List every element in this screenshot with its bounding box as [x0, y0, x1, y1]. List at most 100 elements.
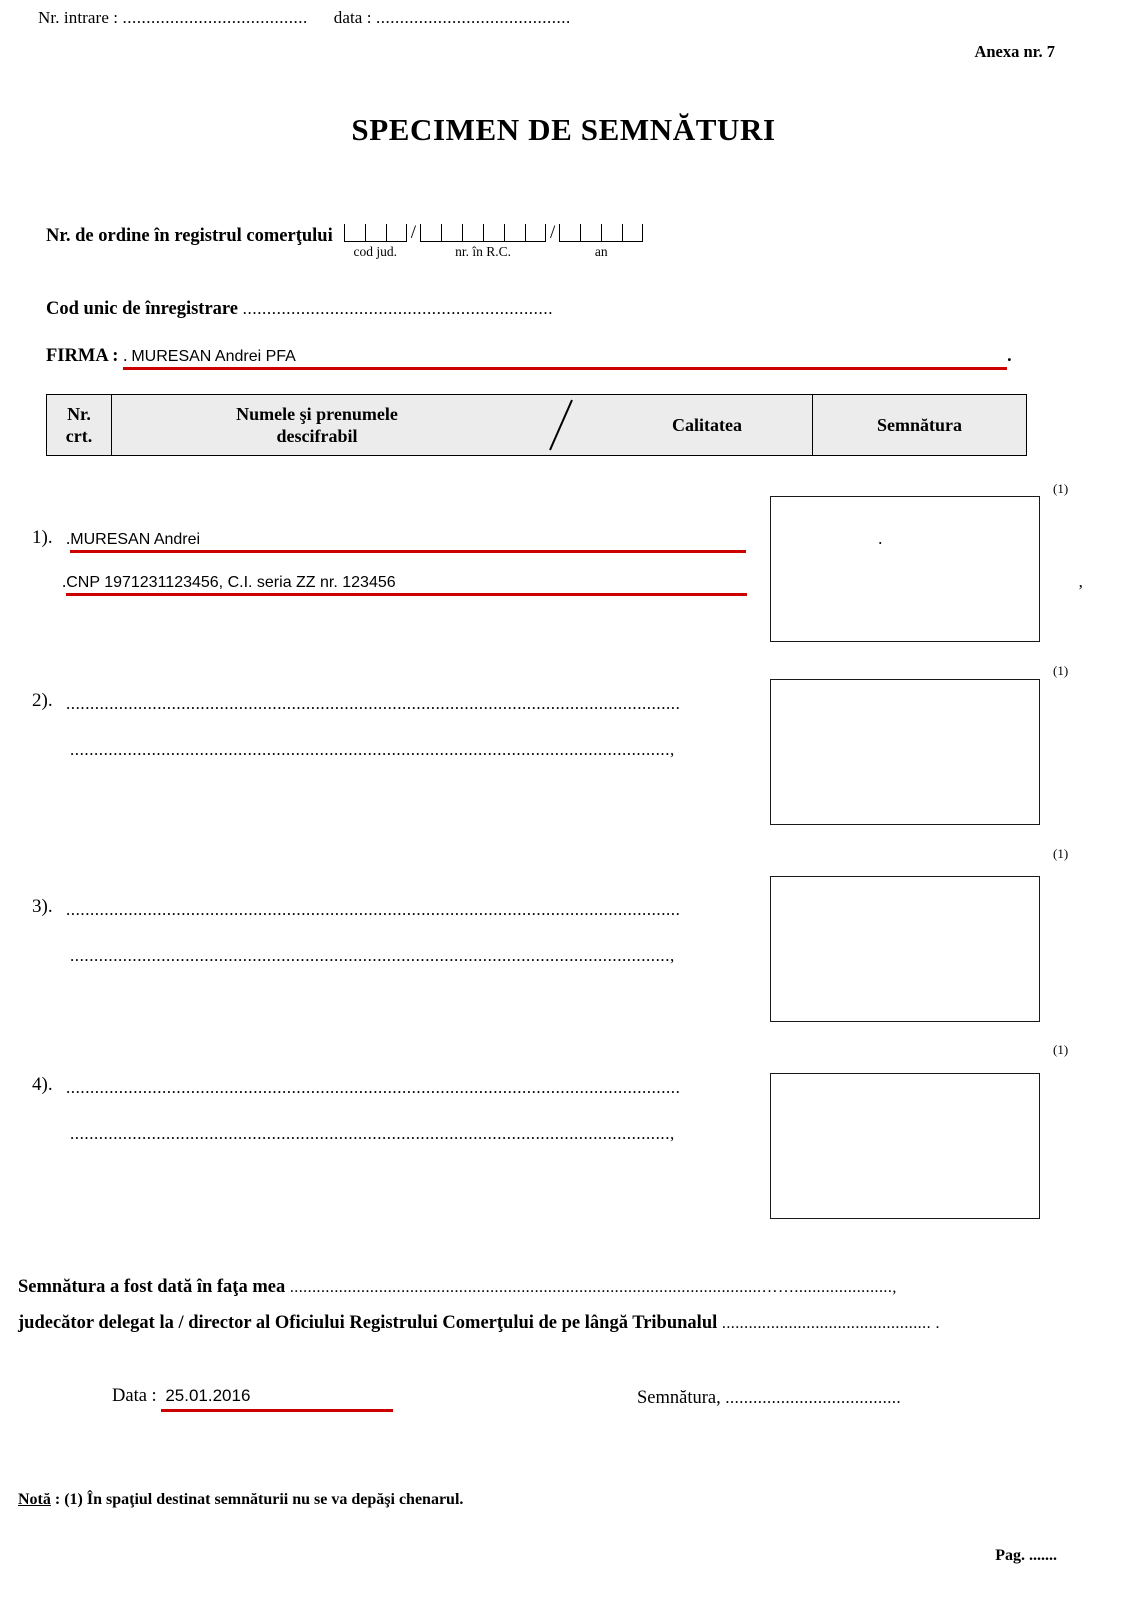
firma-value: MURESAN Andrei PFA — [131, 348, 296, 365]
entry-header: Nr. intrare : ..........................… — [38, 8, 571, 28]
registry-cell[interactable] — [525, 224, 547, 242]
date-row: Data : 25.01.2016 — [112, 1386, 394, 1412]
row-2-line1-dots[interactable]: ........................................… — [66, 694, 748, 714]
row-2-line2-dots[interactable]: ........................................… — [70, 740, 752, 760]
registry-group-nr-rc: nr. în R.C. — [420, 224, 547, 260]
row-1-name-value: MURESAN Andrei — [70, 531, 201, 548]
row-note-3: (1) — [1053, 846, 1069, 861]
row-index-1: 1). — [32, 527, 53, 548]
registry-cell[interactable] — [601, 224, 623, 242]
registry-number-label: Nr. de ordine în registrul comerţului — [46, 226, 333, 246]
document-page: Nr. intrare : ..........................… — [0, 0, 1127, 1600]
entry-date-dots: ........................................… — [375, 8, 571, 27]
registry-group-label: an — [594, 244, 608, 259]
date-value: 25.01.2016 — [165, 1386, 251, 1405]
registry-cell[interactable] — [580, 224, 602, 242]
registry-cell[interactable] — [504, 224, 526, 242]
diagonal-slash-icon — [549, 399, 573, 451]
signature-box-1[interactable] — [770, 496, 1040, 642]
registry-cell[interactable] — [343, 224, 365, 242]
row-index-4: 4). — [32, 1074, 53, 1095]
registry-cell[interactable] — [462, 224, 484, 242]
table-col-nr-line2: crt. — [65, 426, 93, 446]
table-col-name: Numele şi prenumele descifrabil — [112, 395, 522, 455]
firma-row: FIRMA : . MURESAN Andrei PFA. — [46, 345, 1012, 370]
entry-no-label: Nr. intrare : — [38, 8, 123, 27]
row-1-cnp-tail: , — [1078, 572, 1083, 591]
registry-group-an: an — [559, 224, 644, 260]
table-col-calitatea: Calitatea — [672, 414, 742, 435]
registry-group-label: nr. în R.C. — [455, 244, 511, 259]
registry-group-an-cells — [559, 224, 644, 242]
registry-group-label: cod jud. — [353, 244, 397, 259]
table-col-nr: Nr. crt. — [47, 395, 112, 455]
signature-box-2[interactable] — [770, 679, 1040, 825]
row-1-cnp-underline — [66, 593, 748, 596]
page-number: Pag. ....... — [995, 1547, 1057, 1564]
row-note-4: (1) — [1053, 1042, 1069, 1057]
signature-footer-label: Semnătura, — [637, 1388, 726, 1408]
table-col-semnatura: Semnătura — [812, 395, 1026, 455]
registry-group-cod-jud-cells — [343, 224, 407, 242]
statement-judge-dots[interactable]: ........................................… — [722, 1315, 940, 1332]
statement-judge: judecător delegat la / director al Ofici… — [18, 1313, 940, 1334]
registry-number-row: Nr. de ordine în registrul comerţului co… — [46, 222, 644, 260]
row-1-name-wrap: MURESAN Andrei — [70, 531, 747, 553]
signature-footer-row: Semnătura, .............................… — [637, 1388, 901, 1409]
row-1-name-line[interactable]: .MURESAN Andrei. — [66, 529, 882, 553]
table-col-name-line1: Numele şi prenumele — [236, 403, 398, 424]
registry-cell[interactable] — [622, 224, 644, 242]
cui-dots: ........................................… — [242, 299, 554, 318]
registry-cell[interactable] — [364, 224, 386, 242]
row-1-cnp-value: CNP 1971231123456, C.I. seria ZZ nr. 123… — [66, 574, 396, 591]
registry-cell[interactable] — [483, 224, 505, 242]
row-note-2: (1) — [1053, 663, 1069, 678]
row-1-name-tail: . — [878, 529, 883, 548]
statement-witness-label: Semnătura a fost dată în faţa mea — [18, 1277, 290, 1297]
footnote-text: : (1) În spaţiul destinat semnăturii nu … — [50, 1491, 464, 1508]
table-col-name-line2: descifrabil — [276, 426, 358, 446]
row-4-line1-dots[interactable]: ........................................… — [66, 1078, 748, 1098]
table-col-divider-slash — [522, 395, 602, 455]
registry-cell[interactable] — [441, 224, 463, 242]
row-3-line2-dots[interactable]: ........................................… — [70, 946, 752, 966]
registry-separator: / — [550, 222, 556, 243]
row-3-line1-dots[interactable]: ........................................… — [66, 900, 748, 920]
signature-box-3[interactable] — [770, 876, 1040, 1022]
signature-footer-dots[interactable]: ...................................... — [725, 1388, 901, 1407]
row-4-line2-dots[interactable]: ........................................… — [70, 1124, 752, 1144]
row-1-cnp-line[interactable]: .CNP 1971231123456, C.I. seria ZZ nr. 12… — [62, 572, 1083, 596]
row-note-1: (1) — [1053, 481, 1069, 496]
row-index-3: 3). — [32, 896, 53, 917]
row-index-2: 2). — [32, 690, 53, 711]
registry-group-cod-jud: cod jud. — [343, 224, 407, 260]
statement-witness: Semnătura a fost dată în faţa mea ......… — [18, 1277, 897, 1298]
row-1-name-underline — [70, 550, 747, 553]
footnote: Notă : (1) În spaţiul destinat semnături… — [18, 1491, 463, 1509]
registry-cell[interactable] — [559, 224, 581, 242]
page-title: SPECIMEN DE SEMNĂTURI — [351, 112, 776, 147]
registry-cell[interactable] — [385, 224, 407, 242]
firma-label: FIRMA : — [46, 346, 124, 366]
firma-value-wrap[interactable]: . MURESAN Andrei PFA — [123, 346, 1008, 370]
firma-tail: . — [1007, 345, 1012, 365]
table-header: Nr. crt. Numele şi prenumele descifrabil… — [46, 394, 1027, 456]
date-underline — [161, 1409, 394, 1412]
firma-underline — [123, 367, 1008, 370]
row-1-cnp-wrap: CNP 1971231123456, C.I. seria ZZ nr. 123… — [66, 574, 748, 596]
statement-judge-label: judecător delegat la / director al Ofici… — [18, 1313, 722, 1333]
registry-separator: / — [410, 222, 417, 243]
registry-group-nr-rc-cells — [420, 224, 547, 242]
signature-box-4[interactable] — [770, 1073, 1040, 1219]
registry-cell[interactable] — [420, 224, 442, 242]
cui-label: Cod unic de înregistrare — [46, 299, 243, 319]
entry-no-dots: ....................................... — [122, 8, 308, 27]
entry-date-label: data : — [333, 8, 376, 27]
date-label: Data : — [112, 1386, 162, 1406]
footnote-label: Notă — [18, 1491, 51, 1508]
date-value-wrap[interactable]: 25.01.2016 — [161, 1386, 394, 1412]
statement-witness-dots[interactable]: ........................................… — [290, 1279, 897, 1296]
annex-number: Anexa nr. 7 — [974, 42, 1055, 61]
registry-number-boxes: cod jud. / nr. în R.C. / an — [343, 222, 644, 260]
cui-row: Cod unic de înregistrare ...............… — [46, 299, 553, 320]
